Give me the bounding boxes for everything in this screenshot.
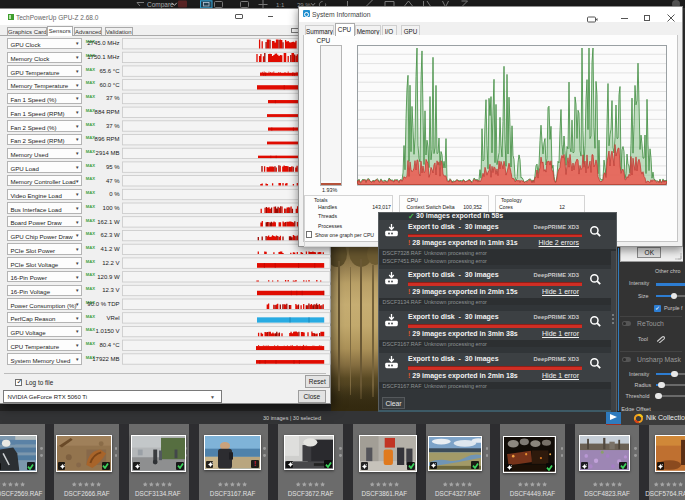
svg-text:1:1: 1:1 <box>276 2 285 8</box>
